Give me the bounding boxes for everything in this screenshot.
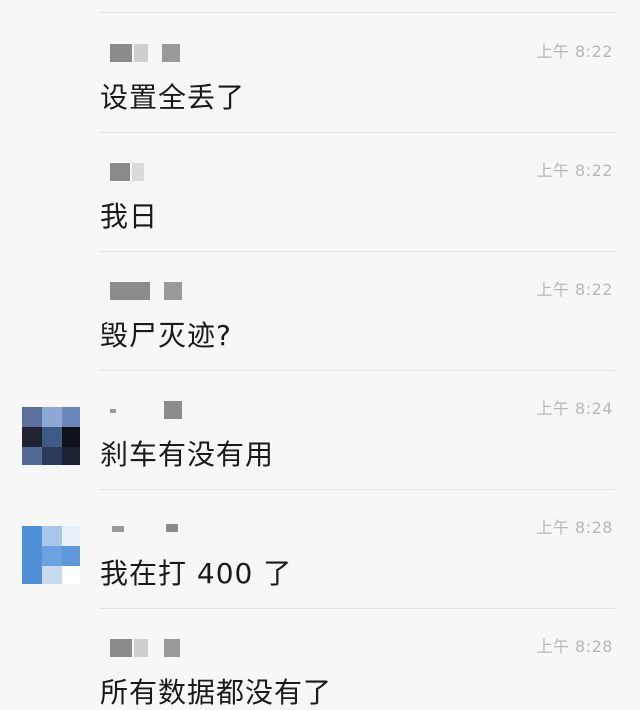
message-timestamp: 上午 8:22 <box>536 161 613 180</box>
message-text: 毁尸灭迹? <box>100 319 232 352</box>
message-text: 所有数据都没有了 <box>100 676 333 709</box>
avatar[interactable] <box>22 407 80 465</box>
message-timestamp: 上午 8:22 <box>536 42 613 61</box>
sender-name-redacted <box>110 401 182 421</box>
message-text: 我日 <box>100 200 159 233</box>
message-timestamp: 上午 8:28 <box>536 518 613 537</box>
message-item[interactable]: 上午 8:24 刹车有没有用 <box>0 371 640 490</box>
message-item[interactable]: 上午 8:22 毁尸灭迹? <box>0 252 640 371</box>
message-timestamp: 上午 8:24 <box>536 399 613 418</box>
divider <box>100 12 615 13</box>
message-text: 设置全丢了 <box>100 81 246 114</box>
message-item[interactable]: 上午 8:28 我在打 400 了 <box>0 490 640 609</box>
message-item[interactable]: 上午 8:28 所有数据都没有了 <box>0 609 640 710</box>
message-item[interactable]: 上午 8:22 设置全丢了 <box>0 14 640 133</box>
sender-name-redacted <box>110 163 182 183</box>
message-timestamp: 上午 8:28 <box>536 637 613 656</box>
sender-name-redacted <box>110 639 182 659</box>
message-text: 刹车有没有用 <box>100 438 275 471</box>
message-item[interactable]: 上午 8:22 我日 <box>0 133 640 252</box>
message-text: 我在打 400 了 <box>100 557 293 590</box>
chat-message-list[interactable]: 上午 8:22 设置全丢了 上午 8:22 我日 上午 8:22 毁尸灭迹? 上… <box>0 0 640 710</box>
message-timestamp: 上午 8:22 <box>536 280 613 299</box>
sender-name-redacted <box>110 44 182 64</box>
sender-name-redacted <box>110 520 182 540</box>
avatar[interactable] <box>22 526 80 584</box>
sender-name-redacted <box>110 282 182 302</box>
